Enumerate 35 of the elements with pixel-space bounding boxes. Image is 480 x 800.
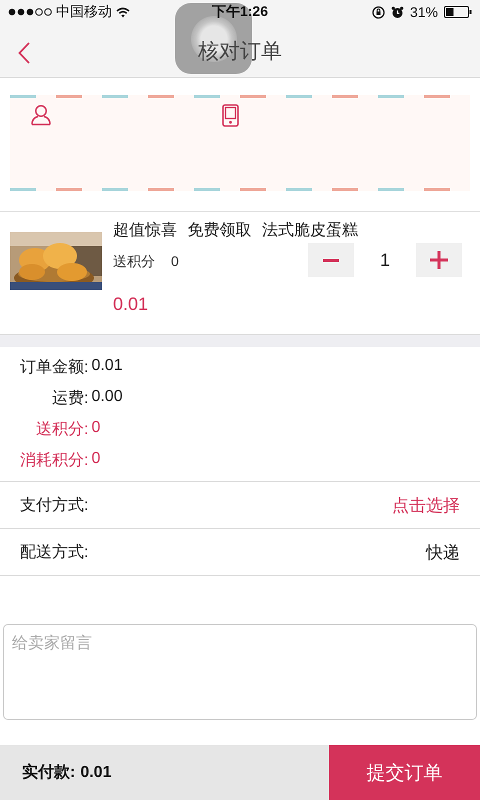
person-icon: [30, 104, 52, 126]
alarm-icon: [390, 6, 404, 18]
quantity-value: 1: [378, 250, 391, 270]
product-price: 0.01: [113, 294, 150, 315]
option-value[interactable]: 快递: [426, 540, 460, 564]
battery-percent: 31%: [410, 4, 438, 20]
summary-label: 消耗积分:: [20, 450, 88, 471]
clock-time: 下午1:26: [212, 3, 268, 19]
total-label: 实付款:: [22, 762, 76, 783]
option-label: 配送方式:: [20, 542, 88, 562]
summary-value: 0.00: [91, 388, 124, 407]
summary-value: 0.01: [91, 357, 124, 376]
rotation-lock-icon: [372, 6, 385, 18]
phone-icon: [222, 104, 239, 127]
minus-icon: [323, 258, 339, 262]
plus-icon: [430, 251, 448, 269]
product-title: 超值惊喜 免费领取 法式脆皮蛋糕: [113, 220, 359, 241]
summary-value: 0: [91, 450, 102, 469]
summary-value: 0: [91, 419, 102, 438]
summary-label: 订单金额:: [20, 358, 88, 378]
summary-label: 送积分:: [35, 420, 88, 440]
option-label: 支付方式:: [20, 496, 88, 516]
wifi-icon: [116, 6, 130, 18]
points-label: 送积分: [113, 253, 155, 271]
submit-order-button[interactable]: 提交订单: [329, 745, 480, 800]
decrease-button[interactable]: [308, 243, 354, 277]
option-value[interactable]: 点击选择: [392, 494, 460, 516]
summary-label: 运费:: [51, 388, 88, 409]
points-value: 0: [171, 253, 179, 271]
increase-button[interactable]: [416, 243, 462, 277]
battery-icon: [444, 6, 472, 18]
message-field[interactable]: 给卖家留言: [3, 624, 477, 720]
carrier-name: 中国移动: [56, 3, 112, 21]
signal-icon: [8, 8, 52, 16]
total-amount: 0.01: [80, 764, 112, 782]
